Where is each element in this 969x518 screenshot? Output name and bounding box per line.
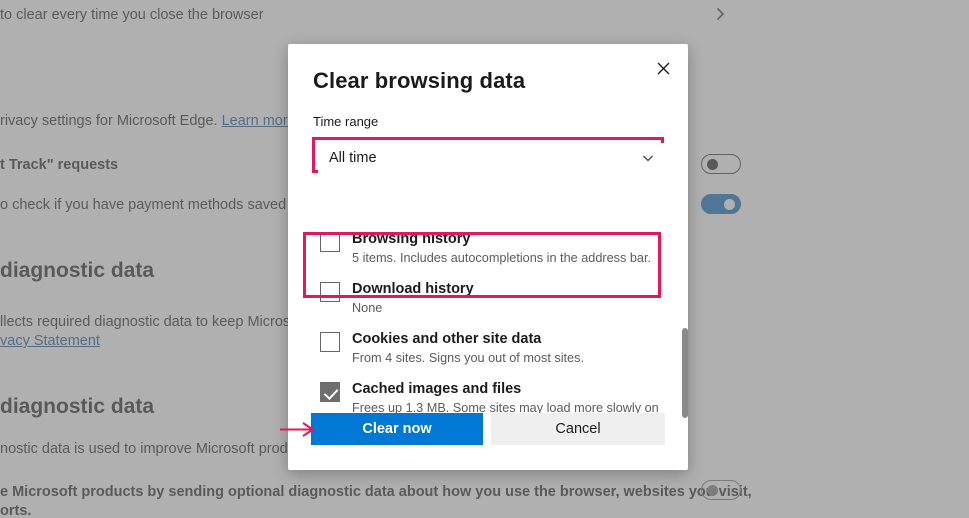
page-title: Clear browsing data (313, 68, 526, 93)
checkbox-download-history[interactable] (320, 282, 340, 302)
option-text: Cookies and other site data From 4 sites… (352, 330, 584, 367)
time-range-select[interactable]: All time (318, 143, 664, 173)
time-range-highlight-box: All time (312, 137, 664, 173)
time-range-value: All time (329, 150, 377, 166)
chevron-down-icon (641, 151, 655, 165)
options-scrollbar-thumb[interactable] (682, 328, 688, 418)
time-range-label: Time range (313, 114, 379, 129)
close-icon[interactable] (646, 52, 680, 84)
option-subtitle: From 4 sites. Signs you out of most site… (352, 351, 584, 365)
option-title: Cached images and files (352, 381, 522, 397)
clear-now-button[interactable]: Clear now (311, 413, 483, 445)
option-cookies-and-site-data[interactable]: Cookies and other site data From 4 sites… (312, 330, 664, 367)
annotation-arrow-icon (280, 421, 316, 438)
option-text: Download history None (352, 280, 474, 317)
clear-browsing-data-dialog: Clear browsing data Time range All time … (288, 44, 688, 470)
option-title: Browsing history (352, 231, 471, 247)
option-subtitle: None (352, 301, 383, 315)
data-type-options-list: Browsing history 5 items. Includes autoc… (312, 186, 688, 444)
option-text: Browsing history 5 items. Includes autoc… (352, 230, 651, 267)
option-browsing-history[interactable]: Browsing history 5 items. Includes autoc… (312, 230, 664, 267)
checkbox-browsing-history[interactable] (320, 232, 340, 252)
option-title: Download history (352, 281, 474, 297)
cancel-button[interactable]: Cancel (491, 413, 665, 445)
option-download-history[interactable]: Download history None (312, 280, 664, 317)
checkbox-cookies-and-site-data[interactable] (320, 332, 340, 352)
screen: to clear every time you close the browse… (0, 0, 969, 518)
option-subtitle: 5 items. Includes autocompletions in the… (352, 251, 652, 265)
options-scrollbar-track[interactable] (681, 328, 689, 476)
option-title: Cookies and other site data (352, 331, 542, 347)
checkbox-cached-images-and-files[interactable] (320, 382, 340, 402)
